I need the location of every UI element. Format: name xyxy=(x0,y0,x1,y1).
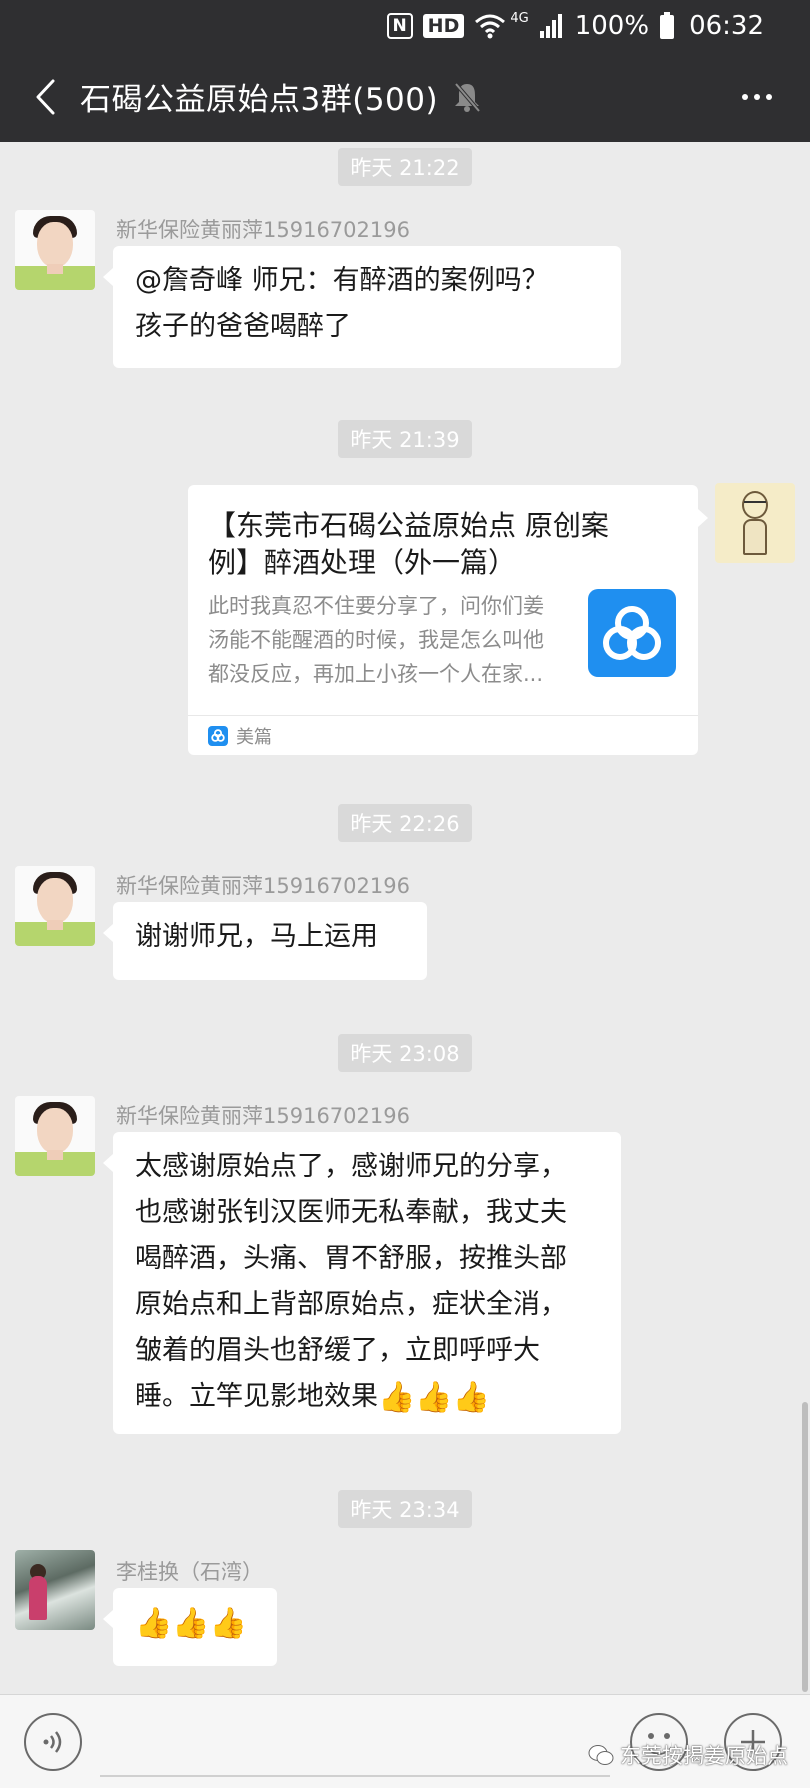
avatar[interactable] xyxy=(15,1096,95,1176)
bell-off-icon xyxy=(452,80,482,114)
avatar[interactable] xyxy=(15,1550,95,1630)
more-dots-icon xyxy=(742,94,748,100)
nfc-icon: N xyxy=(386,13,413,39)
message-text: 皱着的眉头也舒缓了，立即呼呼大 xyxy=(135,1335,540,1366)
chat-title: 石碣公益原始点3群(500) xyxy=(80,82,439,118)
top-bar: N HD 4G 100% 06:32 石碣公益原始点3群(500) xyxy=(0,0,810,142)
message-bubble[interactable]: @詹奇峰 师兄：有醉酒的案例吗？ 孩子的爸爸喝醉了 xyxy=(103,246,621,368)
avatar[interactable] xyxy=(715,483,795,563)
chevron-left-icon xyxy=(36,79,55,115)
signal-icon xyxy=(539,13,565,39)
sender-name: 新华保险黄丽萍15916702196 xyxy=(116,1104,410,1128)
timestamp: 昨天 22:26 xyxy=(338,804,472,842)
watermark-text: 东莞按揭姜原始点 xyxy=(620,1744,788,1768)
emoji-icon xyxy=(648,1733,654,1739)
message-input[interactable] xyxy=(100,1707,610,1777)
message-text: 孩子的爸爸喝醉了 xyxy=(135,311,351,342)
timestamp: 昨天 23:08 xyxy=(338,1034,472,1072)
sender-name: 李桂换（石湾） xyxy=(116,1560,263,1584)
link-source-label: 美篇 xyxy=(236,726,272,748)
chat-header: 石碣公益原始点3群(500) xyxy=(0,52,810,142)
voice-button[interactable] xyxy=(24,1713,82,1771)
status-icons: N HD 4G 100% 06:32 xyxy=(386,8,764,44)
timestamp: 昨天 23:34 xyxy=(338,1490,472,1528)
scrollbar[interactable] xyxy=(802,1402,808,1692)
link-description: 此时我真忍不住要分享了，问你们姜 汤能不能醒酒的时候，我是怎么叫他 都没反应，再… xyxy=(208,594,544,686)
message-text: 喝醉酒，头痛、胃不舒服，按推头部 xyxy=(135,1243,567,1274)
link-title: 【东莞市石碣公益原始点 原创案 例】醉酒处理（外一篇） xyxy=(208,509,609,579)
clock: 06:32 xyxy=(689,11,764,41)
voice-icon xyxy=(43,1731,62,1753)
avatar[interactable] xyxy=(15,210,95,290)
wechat-icon xyxy=(588,1745,614,1765)
timestamp: 昨天 21:39 xyxy=(338,420,472,458)
network-type: 4G xyxy=(510,10,529,26)
wifi-icon xyxy=(474,13,506,39)
message-text: 原始点和上背部原始点，症状全消， xyxy=(135,1289,567,1320)
thumbs-up-icon: 👍👍👍 xyxy=(378,1379,491,1415)
sender-name: 新华保险黄丽萍15916702196 xyxy=(116,218,410,242)
message-bubble[interactable]: 👍👍👍 xyxy=(103,1588,277,1666)
message-text: 谢谢师兄，马上运用 xyxy=(135,921,378,952)
thumbs-up-icon: 👍👍👍 xyxy=(135,1605,248,1641)
status-bar: N HD 4G 100% 06:32 xyxy=(0,0,810,52)
link-source: 美篇 xyxy=(188,715,698,755)
meipian-logo-icon xyxy=(588,589,676,677)
more-button[interactable] xyxy=(732,74,782,120)
link-card[interactable]: 【东莞市石碣公益原始点 原创案 例】醉酒处理（外一篇） 此时我真忍不住要分享了，… xyxy=(188,485,708,755)
hd-badge: HD xyxy=(422,14,465,38)
message-text: @詹奇峰 师兄：有醉酒的案例吗？ xyxy=(135,265,549,296)
battery-percent: 100% xyxy=(574,11,650,41)
avatar[interactable] xyxy=(15,866,95,946)
sender-name: 新华保险黄丽萍15916702196 xyxy=(116,874,410,898)
watermark: 东莞按揭姜原始点 xyxy=(588,1740,788,1770)
meipian-icon xyxy=(208,725,228,746)
message-bubble[interactable]: 太感谢原始点了，感谢师兄的分享， 也感谢张钊汉医师无私奉献，我丈夫 喝醉酒，头痛… xyxy=(103,1132,621,1434)
message-text: 睡。立竿见影地效果 xyxy=(135,1381,378,1412)
battery-icon xyxy=(659,12,675,40)
message-text: 也感谢张钊汉医师无私奉献，我丈夫 xyxy=(135,1197,567,1228)
timestamp: 昨天 21:22 xyxy=(338,148,472,186)
message-text: 太感谢原始点了，感谢师兄的分享， xyxy=(135,1151,567,1182)
message-bubble[interactable]: 谢谢师兄，马上运用 xyxy=(103,902,427,980)
back-button[interactable] xyxy=(22,72,68,122)
